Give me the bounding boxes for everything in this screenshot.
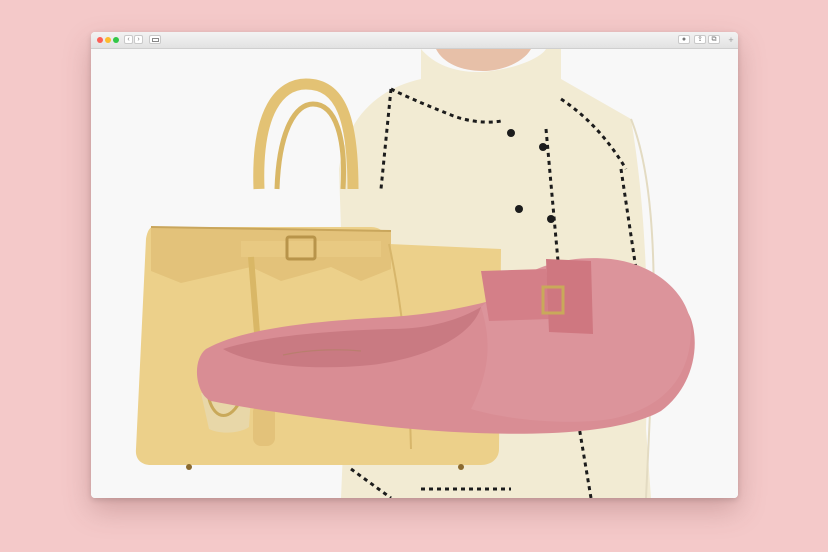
chevron-right-icon[interactable]: › [134,35,143,44]
download-icon[interactable]: ● [678,35,690,44]
chevron-left-icon[interactable]: ‹ [124,35,133,44]
fashion-collage [135,49,695,498]
zoom-icon[interactable] [113,37,119,43]
plus-icon[interactable]: + [726,36,736,45]
browser-toolbar: ‹ › ● ⇪ ⧉ + [91,32,738,49]
sidebar-glyph [151,37,159,42]
page-content [91,49,738,498]
sidebar-icon[interactable] [149,35,161,44]
tabs-icon[interactable]: ⧉ [708,35,720,44]
browser-window: ‹ › ● ⇪ ⧉ + [91,32,738,498]
minimize-icon[interactable] [105,37,111,43]
close-icon[interactable] [97,37,103,43]
share-icon[interactable]: ⇪ [694,35,706,44]
